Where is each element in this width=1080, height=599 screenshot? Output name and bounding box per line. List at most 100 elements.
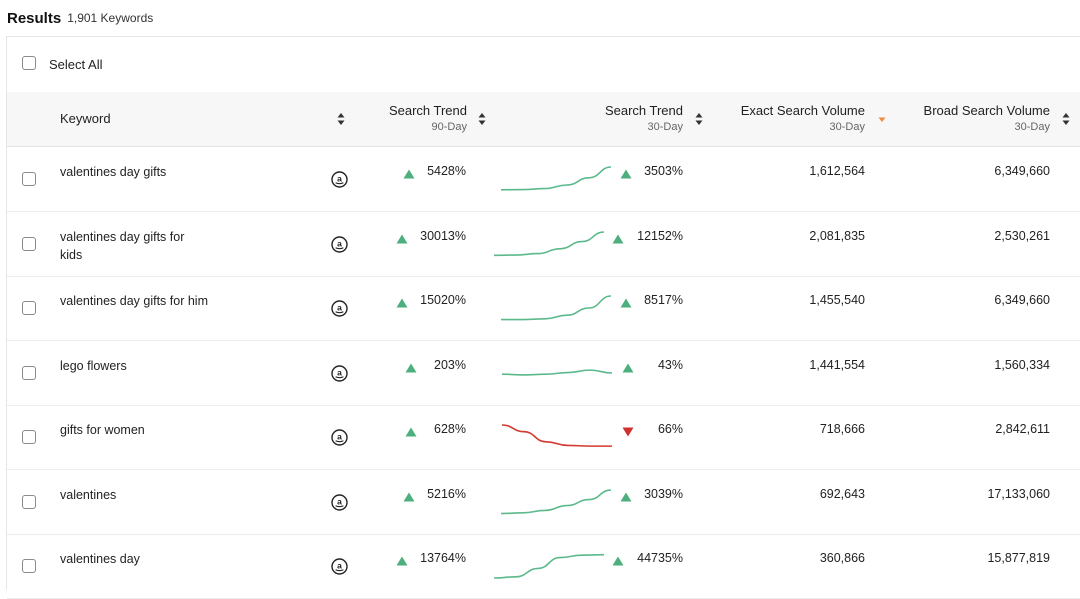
sparkline-path xyxy=(493,230,605,256)
table-row[interactable]: valentines a 5216% 3039% 692,643 17,133,060 xyxy=(7,470,1080,535)
row-checkbox[interactable] xyxy=(22,301,36,315)
results-table: Select All Keyword Search Trend 90-Day S… xyxy=(6,36,1080,599)
sort-active-icon[interactable] xyxy=(878,112,886,126)
keyword-cell[interactable]: valentines day gifts for him xyxy=(60,292,210,310)
sparkline xyxy=(501,424,612,447)
trend-90-value: 628% xyxy=(434,422,466,436)
exact-volume-value: 718,666 xyxy=(819,422,865,436)
column-trend-30-sub: 30-Day xyxy=(647,121,683,133)
svg-text:a: a xyxy=(337,496,342,506)
trend-90-value: 30013% xyxy=(420,228,466,243)
exact-volume-value: 360,866 xyxy=(819,551,865,565)
table-row[interactable]: valentines day gifts for kids a 30013% 1215… xyxy=(7,212,1080,277)
row-checkbox[interactable] xyxy=(22,559,36,573)
trend-90-value: 15020% xyxy=(420,293,466,307)
keyword-cell[interactable]: valentines xyxy=(60,486,210,504)
keyword-cell[interactable]: gifts for women xyxy=(60,421,210,439)
keyword-cell[interactable]: valentines day xyxy=(60,550,210,568)
amazon-icon[interactable]: a xyxy=(331,429,348,446)
select-all-checkbox[interactable] xyxy=(22,56,36,70)
table-row[interactable]: valentines day a 13764% 44735% 360,866 15,877… xyxy=(7,534,1080,599)
keyword-cell[interactable]: valentines day gifts xyxy=(60,163,210,181)
column-broad-volume-sub: 30-Day xyxy=(1014,121,1050,133)
sort-icon[interactable] xyxy=(337,112,345,126)
results-title: Results xyxy=(7,9,62,27)
svg-text:a: a xyxy=(337,303,342,313)
sparkline xyxy=(500,295,612,321)
trend-30-value: 3503% xyxy=(644,164,683,178)
sort-icon[interactable] xyxy=(478,112,486,126)
amazon-icon[interactable]: a xyxy=(331,364,348,382)
sort-icon[interactable] xyxy=(695,112,703,126)
trend-90-value: 5216% xyxy=(427,486,466,501)
results-header: Results 1,901 Keywords xyxy=(0,0,1080,36)
keyword-cell[interactable]: valentines day gifts for kids xyxy=(60,228,210,264)
row-checkbox[interactable] xyxy=(22,494,36,509)
table-header: Keyword Search Trend 90-Day Search Trend… xyxy=(7,92,1080,147)
keyword-cell[interactable]: lego flowers xyxy=(60,357,210,375)
sparkline xyxy=(500,166,612,191)
trend-90-value: 13764% xyxy=(420,551,466,565)
select-all-bar: Select All xyxy=(7,37,1080,93)
table-row[interactable]: gifts for women a 628% 66% 718,666 2,842,611 xyxy=(7,405,1080,470)
column-broad-volume[interactable]: Broad Search Volume 30-Day xyxy=(895,103,1050,133)
exact-volume-value: 1,441,554 xyxy=(809,357,865,372)
column-exact-volume-sub: 30-Day xyxy=(829,121,865,133)
row-checkbox[interactable] xyxy=(22,365,36,380)
sort-icon[interactable] xyxy=(1062,112,1070,126)
sparkline-path xyxy=(500,166,612,191)
row-checkbox[interactable] xyxy=(22,172,36,186)
amazon-icon[interactable]: a xyxy=(331,493,348,511)
trend-up-icon xyxy=(612,553,624,566)
exact-volume-value: 692,643 xyxy=(819,486,865,501)
row-checkbox[interactable] xyxy=(22,430,36,444)
broad-volume-value: 6,349,660 xyxy=(994,164,1050,178)
amazon-icon[interactable]: a xyxy=(331,300,348,317)
trend-30-value: 12152% xyxy=(637,228,683,243)
column-exact-volume[interactable]: Exact Search Volume 30-Day xyxy=(713,103,865,133)
table-row[interactable]: lego flowers a 203% 43% 1,441,554 1,560,334 xyxy=(7,341,1080,406)
select-all-label[interactable]: Select All xyxy=(49,57,102,72)
column-trend-30[interactable]: Search Trend 30-Day xyxy=(583,103,683,133)
column-trend-90[interactable]: Search Trend 90-Day xyxy=(377,103,467,133)
svg-text:a: a xyxy=(337,238,342,248)
broad-volume-value: 17,133,060 xyxy=(987,486,1050,501)
sparkline-path xyxy=(500,488,612,514)
trend-30-value: 43% xyxy=(657,357,683,372)
column-trend-90-label: Search Trend xyxy=(388,103,467,118)
trend-up-icon xyxy=(612,231,624,243)
broad-volume-value: 2,842,611 xyxy=(995,422,1050,436)
exact-volume-value: 1,612,564 xyxy=(809,164,865,178)
trend-30-value: 8517% xyxy=(644,293,683,307)
table-row[interactable]: valentines day gifts for him a 15020% 8517%… xyxy=(7,276,1080,341)
sparkline xyxy=(500,488,612,514)
trend-90-value: 5428% xyxy=(427,164,466,178)
trend-30-value: 44735% xyxy=(637,551,683,565)
table-row[interactable]: valentines day gifts a 5428% 3503% 1,612,564… xyxy=(7,147,1080,212)
column-trend-90-sub: 90-Day xyxy=(431,121,467,133)
broad-volume-value: 2,530,261 xyxy=(994,228,1050,243)
trend-90-value: 203% xyxy=(434,357,466,372)
sparkline xyxy=(501,368,613,376)
broad-volume-value: 6,349,660 xyxy=(994,293,1050,307)
broad-volume-value: 1,560,334 xyxy=(994,357,1050,372)
amazon-icon[interactable]: a xyxy=(331,235,348,253)
sparkline-path xyxy=(500,295,612,321)
row-checkbox[interactable] xyxy=(22,236,36,251)
sparkline xyxy=(493,230,605,256)
broad-volume-value: 15,877,819 xyxy=(987,551,1050,565)
amazon-icon[interactable]: a xyxy=(331,171,348,188)
column-keyword[interactable]: Keyword xyxy=(60,111,111,126)
amazon-icon[interactable]: a xyxy=(331,558,348,575)
results-count: 1,901 Keywords xyxy=(67,11,154,25)
exact-volume-value: 1,455,540 xyxy=(809,293,865,307)
sparkline-path xyxy=(501,368,613,376)
svg-text:a: a xyxy=(337,367,342,377)
trend-30-value: 66% xyxy=(657,422,683,436)
svg-text:a: a xyxy=(337,174,342,184)
column-broad-volume-label: Broad Search Volume xyxy=(923,103,1050,118)
trend-30-value: 3039% xyxy=(644,486,683,501)
sparkline-path xyxy=(501,424,612,447)
sparkline-path xyxy=(493,553,605,579)
svg-text:a: a xyxy=(337,561,342,571)
